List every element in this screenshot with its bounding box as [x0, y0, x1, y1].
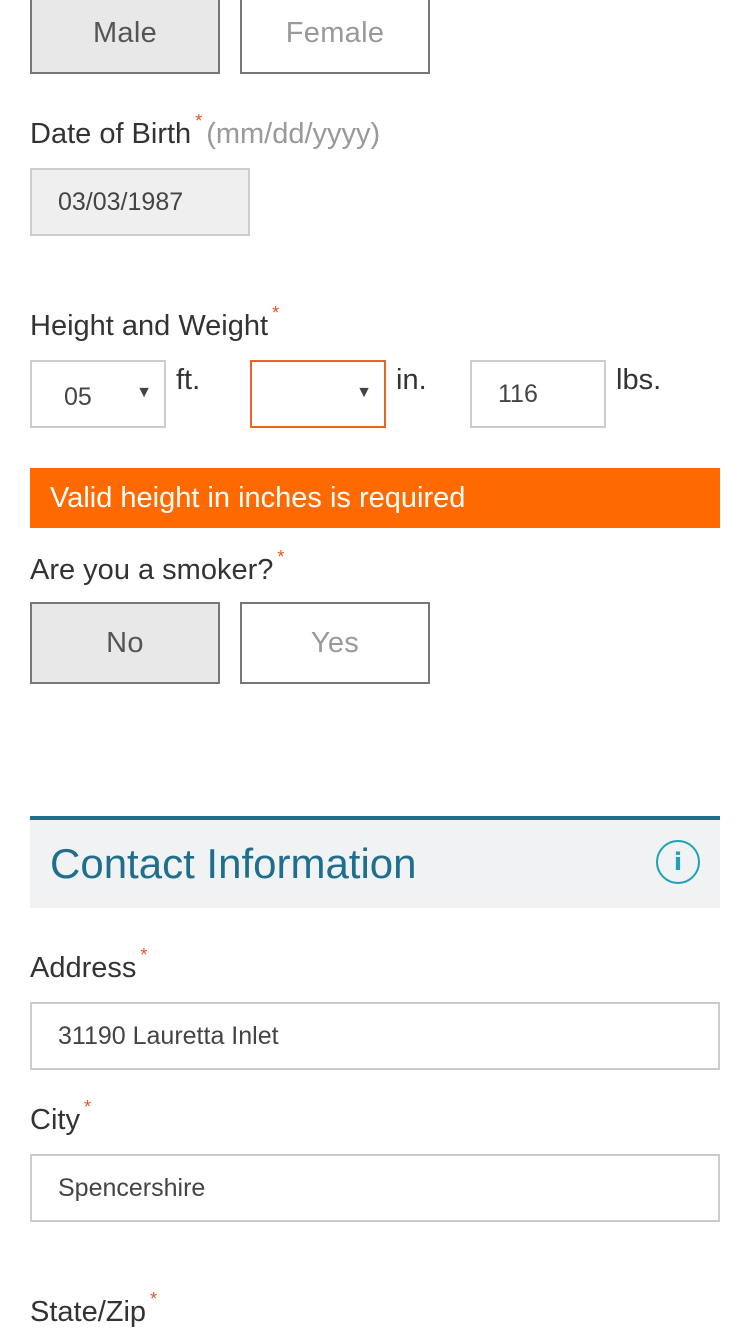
required-asterisk: * — [272, 303, 280, 323]
section-title: Contact Information — [50, 840, 417, 887]
address-label: Address * — [30, 945, 147, 985]
height-weight-label-text: Height and Weight — [30, 310, 269, 342]
dob-label-text: Date of Birth — [30, 118, 192, 150]
height-feet-value: 05 — [64, 383, 92, 411]
smoker-label: Are you a smoker? * — [30, 547, 284, 587]
height-error-banner: Valid height in inches is required — [30, 468, 720, 528]
smoker-yes-button[interactable]: Yes — [240, 602, 430, 684]
dob-field[interactable]: 03/03/1987 — [30, 168, 250, 236]
city-label: City * — [30, 1097, 91, 1137]
smoker-no-button[interactable]: No — [30, 602, 220, 684]
contact-section-header: Contact Information i — [30, 816, 720, 908]
required-asterisk: * — [150, 1289, 158, 1309]
info-icon[interactable]: i — [656, 840, 700, 884]
city-field[interactable]: Spencershire — [30, 1154, 720, 1222]
state-zip-label: State/Zip * — [30, 1289, 157, 1329]
dob-format-hint: (mm/dd/yyyy) — [206, 118, 381, 150]
height-weight-label: Height and Weight * — [30, 303, 279, 343]
chevron-down-icon: ▼ — [136, 384, 152, 401]
weight-field[interactable]: 116 — [470, 360, 606, 428]
form-page: Male Female Date of Birth * (mm/dd/yyyy) 0… — [0, 0, 750, 1334]
height-inches-select[interactable]: ▼ — [250, 360, 386, 428]
city-label-text: City — [30, 1104, 80, 1136]
weight-unit-label: lbs. — [616, 364, 662, 396]
dob-label: Date of Birth * (mm/dd/yyyy) — [30, 111, 381, 151]
inches-unit-label: in. — [396, 364, 427, 396]
required-asterisk: * — [277, 547, 285, 567]
required-asterisk: * — [83, 1097, 91, 1117]
address-field[interactable]: 31190 Lauretta Inlet — [30, 1002, 720, 1070]
gender-male-button[interactable]: Male — [30, 0, 220, 74]
feet-unit-label: ft. — [176, 364, 201, 396]
required-asterisk: * — [140, 945, 148, 965]
gender-female-button[interactable]: Female — [240, 0, 430, 74]
state-zip-label-text: State/Zip — [30, 1296, 147, 1328]
smoker-label-text: Are you a smoker? — [30, 554, 274, 586]
address-label-text: Address — [30, 952, 137, 984]
required-asterisk: * — [195, 111, 203, 131]
height-feet-select[interactable]: 05 ▼ — [30, 360, 166, 428]
chevron-down-icon: ▼ — [356, 384, 372, 401]
